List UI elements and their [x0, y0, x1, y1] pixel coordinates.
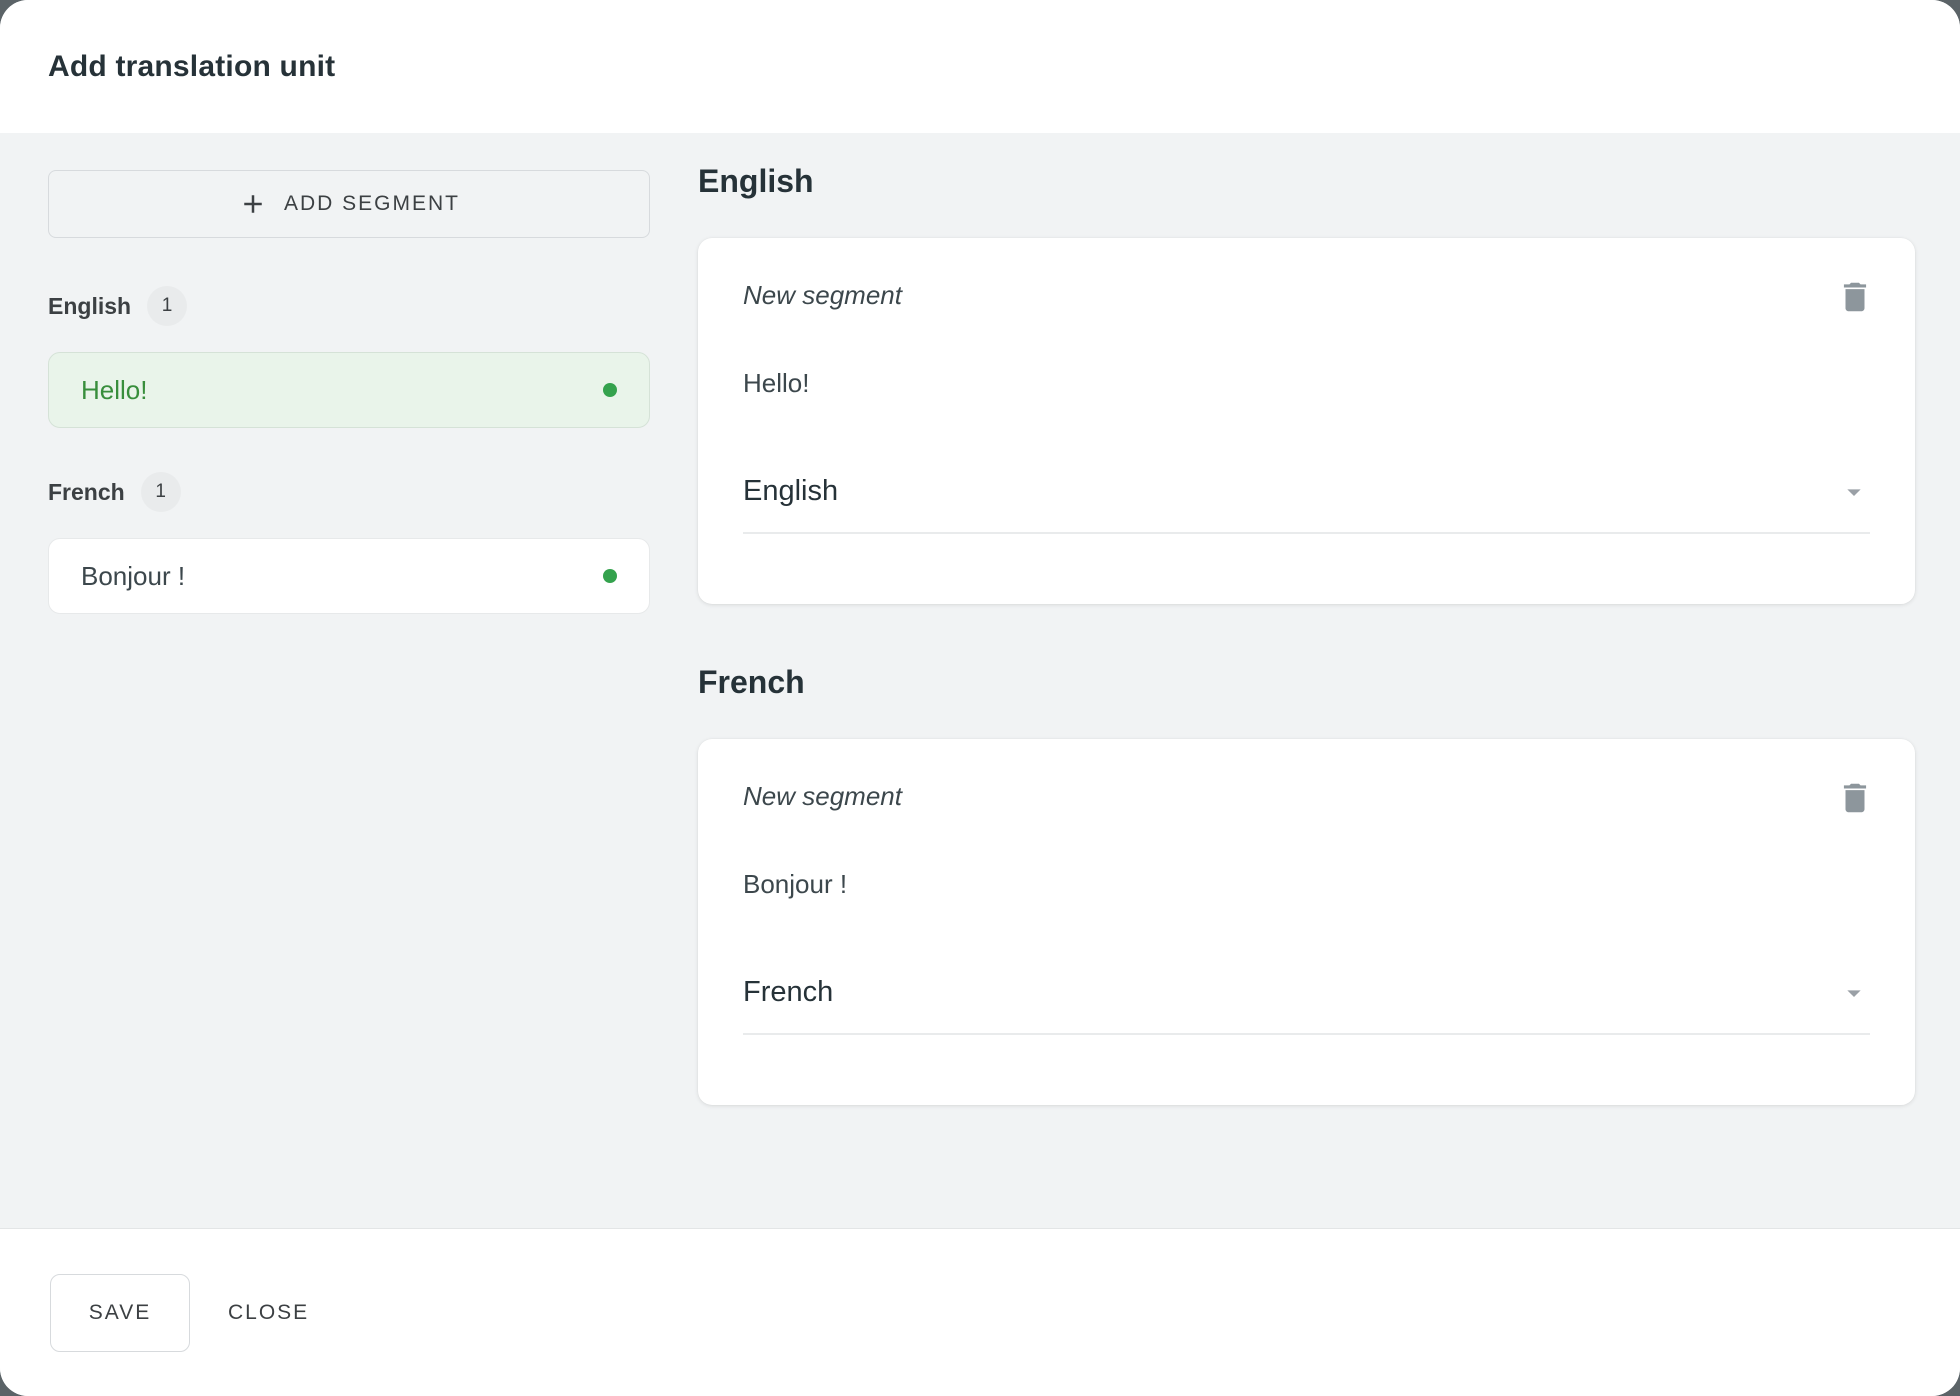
segment-text-input[interactable]: Bonjour !	[743, 869, 1870, 900]
trash-icon	[1836, 278, 1874, 316]
dialog-header: Add translation unit	[0, 0, 1960, 133]
language-label: French	[48, 479, 125, 506]
delete-segment-button[interactable]	[1836, 779, 1874, 817]
language-select-english[interactable]: English	[743, 475, 1870, 534]
editor-heading-french: French	[698, 664, 1915, 701]
segment-editors: English New segment Hello! English Frenc…	[698, 133, 1915, 1228]
modal-backdrop: Add translation unit ADD SEGMENT English…	[0, 0, 1960, 1396]
language-group-header-french: French 1	[48, 472, 650, 512]
language-label: English	[48, 293, 131, 320]
segment-card-header: New segment	[743, 280, 1870, 316]
new-segment-label: New segment	[743, 280, 902, 311]
chevron-down-icon	[1838, 476, 1870, 508]
segment-count-badge: 1	[147, 286, 187, 326]
status-dot-icon	[603, 383, 617, 397]
dialog-footer: SAVE CLOSE	[0, 1228, 1960, 1396]
segment-chip-text: Bonjour !	[81, 561, 185, 592]
plus-icon	[238, 189, 268, 219]
segment-list-panel: ADD SEGMENT English 1 Hello! French 1 Bo…	[48, 133, 650, 1228]
segment-count-badge: 1	[141, 472, 181, 512]
editor-card-english: New segment Hello! English	[698, 238, 1915, 604]
editor-card-french: New segment Bonjour ! French	[698, 739, 1915, 1105]
segment-card-header: New segment	[743, 781, 1870, 817]
language-select-french[interactable]: French	[743, 976, 1870, 1035]
dialog-title: Add translation unit	[48, 50, 335, 84]
chevron-down-icon	[1838, 977, 1870, 1009]
segment-chip-text: Hello!	[81, 375, 147, 406]
editor-heading-english: English	[698, 163, 1915, 200]
segment-chip-french[interactable]: Bonjour !	[48, 538, 650, 614]
close-button[interactable]: CLOSE	[228, 1301, 309, 1325]
save-button[interactable]: SAVE	[50, 1274, 190, 1352]
language-select-value: French	[743, 976, 833, 1009]
language-group-header-english: English 1	[48, 286, 650, 326]
add-segment-label: ADD SEGMENT	[284, 192, 460, 216]
language-select-value: English	[743, 475, 838, 508]
dialog-body: ADD SEGMENT English 1 Hello! French 1 Bo…	[0, 133, 1960, 1228]
segment-chip-english[interactable]: Hello!	[48, 352, 650, 428]
add-translation-unit-dialog: Add translation unit ADD SEGMENT English…	[0, 0, 1960, 1396]
delete-segment-button[interactable]	[1836, 278, 1874, 316]
trash-icon	[1836, 779, 1874, 817]
status-dot-icon	[603, 569, 617, 583]
segment-text-input[interactable]: Hello!	[743, 368, 1870, 399]
add-segment-button[interactable]: ADD SEGMENT	[48, 170, 650, 238]
new-segment-label: New segment	[743, 781, 902, 812]
